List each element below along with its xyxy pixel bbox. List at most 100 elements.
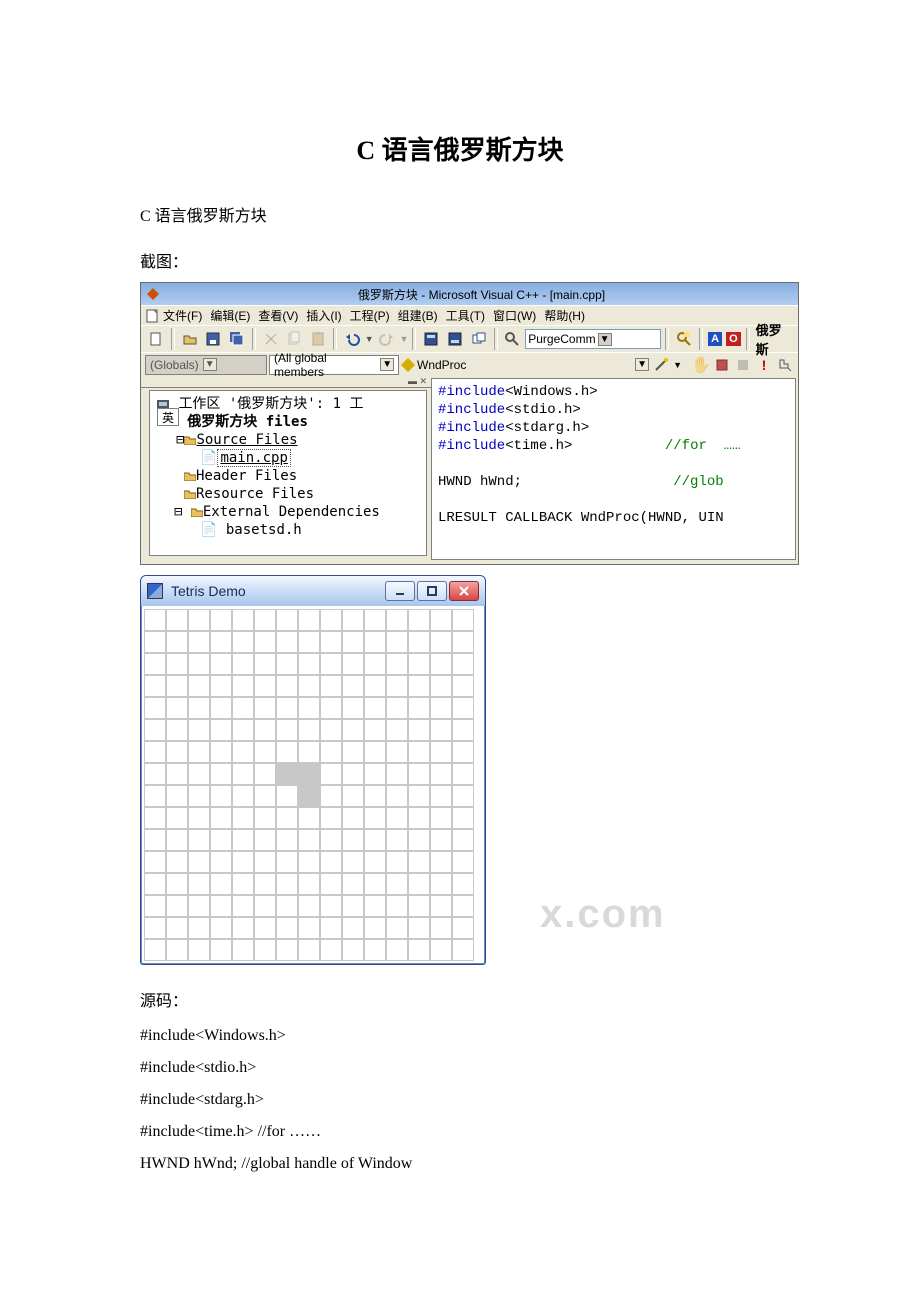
file-tree[interactable]: 工作区 '俄罗斯方块': 1 工 ⊟ 俄罗斯方块 files ⊟Source F… xyxy=(149,390,427,556)
menu-help[interactable]: 帮助(H) xyxy=(544,307,585,324)
grid-cell xyxy=(430,675,452,697)
menu-build[interactable]: 组建(B) xyxy=(398,307,438,324)
grid-cell xyxy=(254,763,276,785)
chevron-down-icon[interactable]: ▼ xyxy=(203,358,217,371)
find-combo[interactable]: PurgeComm ▼ xyxy=(525,329,661,349)
grid-cell xyxy=(276,719,298,741)
grid-cell xyxy=(166,741,188,763)
grid-cell xyxy=(254,939,276,961)
grid-cell xyxy=(188,631,210,653)
ide-titlebar[interactable]: 俄罗斯方块 - Microsoft Visual C++ - [main.cpp… xyxy=(141,283,798,305)
menu-file[interactable]: 文件(F) xyxy=(163,307,202,324)
menu-insert[interactable]: 插入(I) xyxy=(306,307,341,324)
grid-cell xyxy=(232,917,254,939)
stop-icon[interactable] xyxy=(734,356,752,374)
grid-cell xyxy=(298,939,320,961)
grid-cell xyxy=(276,939,298,961)
grid-cell xyxy=(430,829,452,851)
maximize-button[interactable] xyxy=(417,581,447,601)
close-button[interactable] xyxy=(449,581,479,601)
hand-icon[interactable]: ✋ xyxy=(692,356,710,374)
redo-icon[interactable] xyxy=(376,328,398,350)
docker-handle[interactable]: ▬ ✕ xyxy=(141,376,431,388)
wand-icon[interactable] xyxy=(652,356,670,374)
grid-cell xyxy=(144,653,166,675)
standard-toolbar: ▼ ▼ PurgeComm ▼ A O 俄罗斯 xyxy=(141,325,798,352)
chevron-down-icon[interactable]: ▼ xyxy=(380,358,394,371)
grid-cell xyxy=(166,675,188,697)
grid-cell xyxy=(386,609,408,631)
copy-icon[interactable] xyxy=(284,328,306,350)
tree-basetsd[interactable]: basetsd.h xyxy=(226,522,302,538)
ime-indicator[interactable]: 英 xyxy=(157,408,179,426)
grid-cell xyxy=(276,807,298,829)
execute-icon[interactable]: ! xyxy=(755,356,773,374)
save-all-icon[interactable] xyxy=(226,328,248,350)
menu-window[interactable]: 窗口(W) xyxy=(493,307,536,324)
grid-cell xyxy=(188,653,210,675)
grid-cell xyxy=(166,873,188,895)
grid-cell xyxy=(232,763,254,785)
grid-cell xyxy=(232,829,254,851)
grid-cell xyxy=(188,917,210,939)
grid-cell xyxy=(364,895,386,917)
function-combo[interactable]: WndProc xyxy=(403,358,466,372)
menu-tools[interactable]: 工具(T) xyxy=(446,307,485,324)
save-icon[interactable] xyxy=(202,328,224,350)
tree-ext-deps[interactable]: External Dependencies xyxy=(203,504,380,520)
members-combo[interactable]: (All global members ▼ xyxy=(269,355,399,375)
workspace-icon[interactable] xyxy=(420,328,442,350)
scope-combo[interactable]: (Globals) ▼ xyxy=(145,355,267,375)
menubar[interactable]: 文件(F) 编辑(E) 查看(V) 插入(I) 工程(P) 组建(B) 工具(T… xyxy=(141,305,798,325)
tetris-titlebar[interactable]: Tetris Demo xyxy=(141,576,485,606)
code-editor[interactable]: #include<Windows.h> #include<stdio.h> #i… xyxy=(431,378,796,560)
undo-icon[interactable] xyxy=(341,328,363,350)
tree-source-folder[interactable]: Source Files xyxy=(196,432,297,448)
grid-cell xyxy=(232,741,254,763)
book-icon[interactable] xyxy=(713,356,731,374)
grid-cell xyxy=(254,697,276,719)
grid-cell xyxy=(254,785,276,807)
windows-icon[interactable] xyxy=(468,328,490,350)
tetris-app-icon xyxy=(147,583,163,599)
grid-cell xyxy=(364,939,386,961)
minimize-button[interactable] xyxy=(385,581,415,601)
grid-cell xyxy=(298,851,320,873)
grid-cell xyxy=(452,763,474,785)
menu-edit[interactable]: 编辑(E) xyxy=(210,307,250,324)
tree-header-folder[interactable]: Header Files xyxy=(196,468,297,484)
step-icon[interactable] xyxy=(776,356,794,374)
grid-cell xyxy=(144,675,166,697)
paste-icon[interactable] xyxy=(307,328,329,350)
menu-project[interactable]: 工程(P) xyxy=(350,307,390,324)
find-icon[interactable] xyxy=(502,328,524,350)
chevron-down-icon[interactable]: ▼ xyxy=(635,358,649,371)
grid-cell xyxy=(320,697,342,719)
grid-cell xyxy=(298,763,320,785)
grid-cell xyxy=(320,785,342,807)
grid-cell xyxy=(386,763,408,785)
grid-cell xyxy=(144,851,166,873)
grid-cell xyxy=(232,807,254,829)
grid-cell xyxy=(452,851,474,873)
menu-view[interactable]: 查看(V) xyxy=(258,307,298,324)
app-icon xyxy=(145,286,161,302)
grid-cell xyxy=(342,697,364,719)
new-icon[interactable] xyxy=(145,328,167,350)
tree-project[interactable]: 俄罗斯方块 files xyxy=(187,414,308,430)
grid-cell xyxy=(188,895,210,917)
grid-cell xyxy=(144,873,166,895)
open-icon[interactable] xyxy=(179,328,201,350)
grid-cell xyxy=(320,763,342,785)
find-in-files-icon[interactable] xyxy=(673,328,695,350)
tree-main-cpp[interactable]: main.cpp xyxy=(217,449,290,467)
cut-icon[interactable] xyxy=(260,328,282,350)
chevron-down-icon[interactable]: ▼ xyxy=(598,333,612,346)
grid-cell xyxy=(210,851,232,873)
grid-cell xyxy=(254,653,276,675)
tree-resource-folder[interactable]: Resource Files xyxy=(196,486,314,502)
output-icon[interactable] xyxy=(444,328,466,350)
tree-workspace[interactable]: 工作区 '俄罗斯方块': 1 工 xyxy=(178,396,363,412)
grid-cell xyxy=(210,675,232,697)
grid-cell xyxy=(298,675,320,697)
